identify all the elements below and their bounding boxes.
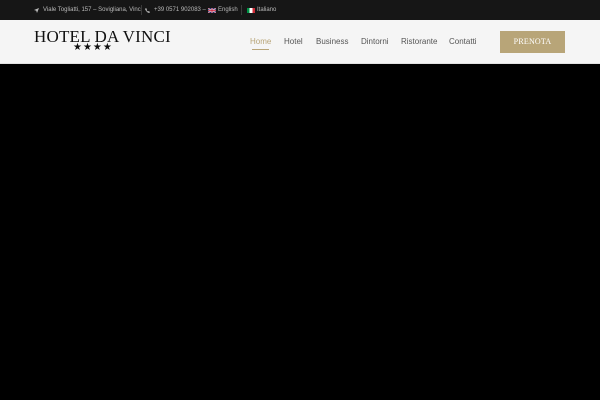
topbar-divider <box>141 5 142 15</box>
nav-business-label: Business <box>316 37 349 46</box>
nav-dintorni-label: Dintorni <box>361 37 389 46</box>
nav-contatti-label: Contatti <box>449 37 477 46</box>
top-info-bar: Viale Togliatti, 157 – Sovigliana, Vinci… <box>0 0 600 20</box>
nav-home-label: Home <box>250 37 272 46</box>
language-italian[interactable]: Italiano <box>247 0 276 20</box>
nav-ristorante[interactable]: Ristorante <box>401 20 437 64</box>
language-italian-label: Italiano <box>257 7 277 13</box>
nav-hotel[interactable]: Hotel <box>284 20 303 64</box>
topbar-divider <box>241 5 242 15</box>
nav-home[interactable]: Home <box>250 20 271 64</box>
hotel-logo[interactable]: HOTEL DA VINCI ★★★★ <box>34 28 171 56</box>
nav-business[interactable]: Business <box>316 20 348 64</box>
logo-stars: ★★★★ <box>73 42 113 53</box>
address-info: Viale Togliatti, 157 – Sovigliana, Vinci <box>34 0 142 20</box>
language-english[interactable]: English <box>208 0 238 20</box>
phone-icon <box>145 7 150 13</box>
nav-contatti[interactable]: Contatti <box>449 20 477 64</box>
phone-text: +39 0571 902083 – <box>154 7 206 13</box>
nav-ristorante-label: Ristorante <box>401 37 438 46</box>
address-text: Viale Togliatti, 157 – Sovigliana, Vinci <box>43 7 143 13</box>
hero-banner <box>0 65 600 400</box>
main-header: HOTEL DA VINCI ★★★★ Home Hotel Business … <box>0 20 600 64</box>
nav-dintorni[interactable]: Dintorni <box>361 20 389 64</box>
uk-flag-icon <box>208 7 216 13</box>
nav-hotel-label: Hotel <box>284 37 303 46</box>
language-english-label: English <box>218 7 238 13</box>
nav-active-underline <box>252 49 270 50</box>
italy-flag-icon <box>247 7 255 13</box>
location-arrow-icon <box>34 7 39 13</box>
phone-info[interactable]: +39 0571 902083 – <box>145 0 206 20</box>
book-now-button[interactable]: PRENOTA <box>500 31 565 53</box>
